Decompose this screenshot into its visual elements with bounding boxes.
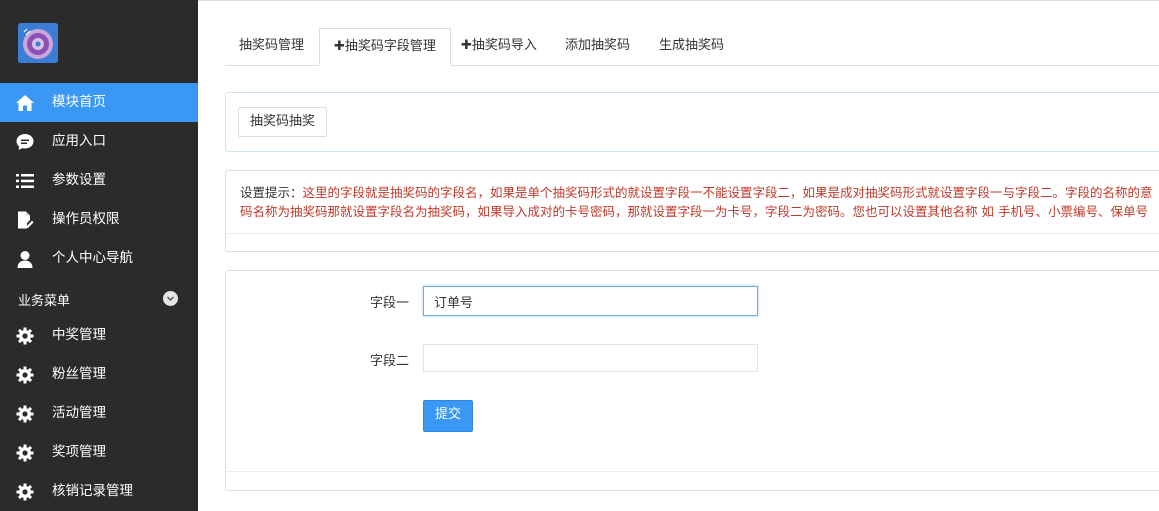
field2-input[interactable] <box>423 344 758 372</box>
chevron-down-icon[interactable] <box>163 291 178 306</box>
list-icon <box>16 174 34 188</box>
gear-icon <box>16 405 34 423</box>
tab-bar: 抽奖码管理 ✚抽奖码字段管理 ✚抽奖码导入 添加抽奖码 生成抽奖码 <box>225 28 1159 66</box>
tab-code-mgmt[interactable]: 抽奖码管理 <box>225 28 318 64</box>
sub-action-panel: 抽奖码抽奖 <box>225 92 1159 152</box>
sidebar-item-label: 核销记录管理 <box>52 483 133 499</box>
sidebar-item-redeem-records[interactable]: 核销记录管理 <box>0 472 198 511</box>
tab-generate-code[interactable]: 生成抽奖码 <box>645 28 738 64</box>
sidebar-item-prize-mgmt[interactable]: 中奖管理 <box>0 316 198 355</box>
code-draw-button[interactable]: 抽奖码抽奖 <box>238 107 328 137</box>
hint-prefix: 设置提示： <box>240 185 303 200</box>
top-divider <box>198 0 1159 1</box>
divider <box>226 471 1159 472</box>
sidebar-item-label: 粉丝管理 <box>52 366 106 382</box>
field2-label: 字段二 <box>369 354 409 369</box>
gear-icon <box>16 444 34 462</box>
gear-icon <box>16 327 34 345</box>
plus-icon: ✚ <box>461 38 472 53</box>
gear-icon <box>16 366 34 384</box>
tab-add-code[interactable]: 添加抽奖码 <box>551 28 644 64</box>
divider <box>226 233 1159 234</box>
gear-icon <box>16 483 34 501</box>
sidebar-item-label: 个人中心导航 <box>52 250 133 266</box>
sidebar-item-home[interactable]: 模块首页 <box>0 83 198 122</box>
sidebar-item-params[interactable]: 参数设置 <box>0 161 198 200</box>
plus-icon: ✚ <box>334 39 345 54</box>
tab-label: 抽奖码导入 <box>471 38 537 53</box>
app-logo[interactable] <box>18 23 58 63</box>
tab-label: 添加抽奖码 <box>565 38 631 53</box>
main-content: 抽奖码管理 ✚抽奖码字段管理 ✚抽奖码导入 添加抽奖码 生成抽奖码 抽奖码抽奖 … <box>198 0 1159 511</box>
sidebar-item-label: 奖项管理 <box>52 444 106 460</box>
sidebar-item-app-entry[interactable]: 应用入口 <box>0 122 198 161</box>
home-icon <box>16 95 34 111</box>
tab-label: 抽奖码管理 <box>239 38 305 53</box>
settings-hint: 设置提示：这里的字段就是抽奖码的字段名，如果是单个抽奖码形式的就设置字段一不能设… <box>240 183 1159 221</box>
chat-icon <box>16 134 34 150</box>
sidebar-item-personal-nav[interactable]: 个人中心导航 <box>0 239 198 278</box>
tab-label: 抽奖码字段管理 <box>344 39 436 54</box>
tab-code-import[interactable]: ✚抽奖码导入 <box>447 28 551 64</box>
field1-input[interactable] <box>423 286 758 316</box>
sidebar-item-label: 参数设置 <box>52 172 106 188</box>
submit-button[interactable]: 提交 <box>423 400 473 432</box>
sidebar-group-label: 业务菜单 <box>18 294 71 309</box>
hint-text-line2: 码名称为抽奖码那就设置字段名为抽奖码，如果导入成对的卡号密码，那就设置字段一为卡… <box>240 204 1148 219</box>
disc-logo-icon <box>18 23 58 63</box>
sidebar-item-label: 应用入口 <box>52 133 106 149</box>
sidebar-item-label: 模块首页 <box>52 94 106 110</box>
edit-doc-icon <box>18 211 34 229</box>
sidebar-item-label: 中奖管理 <box>52 327 106 343</box>
sidebar-item-label: 操作员权限 <box>52 211 120 227</box>
hint-panel: 设置提示：这里的字段就是抽奖码的字段名，如果是单个抽奖码形式的就设置字段一不能设… <box>225 170 1159 252</box>
hint-text-line1: 这里的字段就是抽奖码的字段名，如果是单个抽奖码形式的就设置字段一不能设置字段二，… <box>302 185 1153 200</box>
sidebar-group-business[interactable]: 业务菜单 <box>0 282 198 314</box>
sidebar-item-label: 活动管理 <box>52 405 106 421</box>
user-icon <box>17 251 33 268</box>
field1-label: 字段一 <box>369 296 409 311</box>
sidebar: 模块首页 应用入口 参数设置 操作员权限 个人中心导航 业务菜单 中奖管理 粉丝… <box>0 0 198 511</box>
sidebar-item-award-mgmt[interactable]: 奖项管理 <box>0 433 198 472</box>
sidebar-item-operator-perms[interactable]: 操作员权限 <box>0 200 198 239</box>
tab-field-mgmt[interactable]: ✚抽奖码字段管理 <box>319 28 451 66</box>
sidebar-item-fans-mgmt[interactable]: 粉丝管理 <box>0 355 198 394</box>
sidebar-item-activity-mgmt[interactable]: 活动管理 <box>0 394 198 433</box>
field-form-panel: 字段一 字段二 提交 <box>225 270 1159 491</box>
tab-label: 生成抽奖码 <box>659 38 725 53</box>
